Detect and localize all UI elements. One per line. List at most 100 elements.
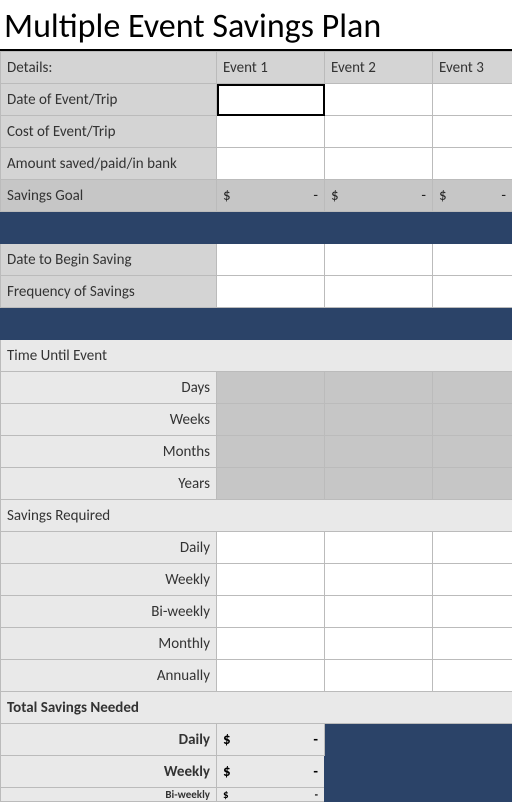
currency-symbol: $ (223, 763, 231, 781)
cell-weeks-e2 (325, 404, 433, 436)
row-amount-saved: Amount saved/paid/in bank (1, 148, 512, 180)
cell-days-e3 (433, 372, 512, 404)
currency-value: - (421, 187, 426, 205)
row-date-begin: Date to Begin Saving (1, 244, 512, 276)
cell-amount-event1[interactable] (217, 148, 325, 180)
label-req-weekly: Weekly (1, 564, 217, 596)
cell-begin-event3[interactable] (433, 244, 512, 276)
label-total-weekly: Weekly (1, 756, 217, 788)
cell-req-biweekly-e3 (433, 596, 512, 628)
cell-goal-event3: $- (433, 180, 512, 212)
section-total-savings: Total Savings Needed (1, 692, 512, 724)
row-req-weekly: Weekly (1, 564, 512, 596)
cell-days-e2 (325, 372, 433, 404)
label-months: Months (1, 436, 217, 468)
label-total-daily: Daily (1, 724, 217, 756)
cell-date-event2[interactable] (325, 84, 433, 116)
label-weeks: Weeks (1, 404, 217, 436)
cell-req-daily-e3 (433, 532, 512, 564)
label-frequency: Frequency of Savings (1, 276, 217, 308)
label-date-begin: Date to Begin Saving (1, 244, 217, 276)
section-savings-required: Savings Required (1, 500, 512, 532)
cell-years-e2 (325, 468, 433, 500)
row-time-years: Years (1, 468, 512, 500)
cell-days-e1 (217, 372, 325, 404)
cell-begin-event2[interactable] (325, 244, 433, 276)
savings-table: Details: Event 1 Event 2 Event 3 Date of… (0, 51, 512, 802)
cell-amount-event3[interactable] (433, 148, 512, 180)
row-req-monthly: Monthly (1, 628, 512, 660)
cell-req-annually-e1 (217, 660, 325, 692)
label-req-biweekly: Bi-weekly (1, 596, 217, 628)
cell-req-monthly-e3 (433, 628, 512, 660)
table-header-row: Details: Event 1 Event 2 Event 3 (1, 52, 512, 84)
cell-req-biweekly-e1 (217, 596, 325, 628)
currency-symbol: $ (331, 187, 339, 205)
label-cost-of-event: Cost of Event/Trip (1, 116, 217, 148)
section-total-label: Total Savings Needed (1, 692, 512, 724)
cell-amount-event2[interactable] (325, 148, 433, 180)
section-time-label: Time Until Event (1, 340, 512, 372)
header-event1: Event 1 (217, 52, 325, 84)
cell-freq-event2[interactable] (325, 276, 433, 308)
cell-req-weekly-e1 (217, 564, 325, 596)
label-date-of-event: Date of Event/Trip (1, 84, 217, 116)
cell-cost-event3[interactable] (433, 116, 512, 148)
cell-freq-event3[interactable] (433, 276, 512, 308)
cell-cost-event1[interactable] (217, 116, 325, 148)
cell-cost-event2[interactable] (325, 116, 433, 148)
cell-req-daily-e2 (325, 532, 433, 564)
divider-row (1, 212, 512, 244)
currency-value: - (313, 187, 318, 205)
section-req-label: Savings Required (1, 500, 512, 532)
cell-date-event3[interactable] (433, 84, 512, 116)
row-time-weeks: Weeks (1, 404, 512, 436)
row-time-days: Days (1, 372, 512, 404)
header-event3: Event 3 (433, 52, 512, 84)
cell-req-annually-e2 (325, 660, 433, 692)
currency-symbol: $ (223, 187, 231, 205)
cell-goal-event1: $- (217, 180, 325, 212)
cell-total-weekly: $- (217, 756, 325, 788)
label-years: Years (1, 468, 217, 500)
cell-req-weekly-e2 (325, 564, 433, 596)
cell-req-monthly-e1 (217, 628, 325, 660)
label-req-annually: Annually (1, 660, 217, 692)
cell-years-e3 (433, 468, 512, 500)
cell-date-event1[interactable] (217, 84, 325, 116)
cell-req-annually-e3 (433, 660, 512, 692)
cell-weeks-e1 (217, 404, 325, 436)
row-req-biweekly: Bi-weekly (1, 596, 512, 628)
label-req-daily: Daily (1, 532, 217, 564)
cell-begin-event1[interactable] (217, 244, 325, 276)
row-cost-of-event: Cost of Event/Trip (1, 116, 512, 148)
currency-value: - (313, 763, 318, 781)
cell-years-e1 (217, 468, 325, 500)
row-frequency: Frequency of Savings (1, 276, 512, 308)
currency-value: - (501, 187, 506, 205)
row-total-daily: Daily $- (1, 724, 512, 756)
divider-row (1, 308, 512, 340)
currency-value: - (313, 731, 318, 749)
cell-weeks-e3 (433, 404, 512, 436)
cell-total-daily: $- (217, 724, 325, 756)
cell-freq-event1[interactable] (217, 276, 325, 308)
cell-req-biweekly-e2 (325, 596, 433, 628)
cell-months-e2 (325, 436, 433, 468)
row-date-of-event: Date of Event/Trip (1, 84, 512, 116)
label-amount-saved: Amount saved/paid/in bank (1, 148, 217, 180)
label-req-monthly: Monthly (1, 628, 217, 660)
total-navy-block (325, 724, 512, 802)
cell-months-e3 (433, 436, 512, 468)
label-days: Days (1, 372, 217, 404)
currency-symbol: $ (439, 187, 447, 205)
page-title: Multiple Event Savings Plan (0, 0, 512, 51)
currency-symbol: $ (223, 731, 231, 749)
row-req-daily: Daily (1, 532, 512, 564)
cell-req-monthly-e2 (325, 628, 433, 660)
row-savings-goal: Savings Goal $- $- $- (1, 180, 512, 212)
header-event2: Event 2 (325, 52, 433, 84)
row-time-months: Months (1, 436, 512, 468)
label-savings-goal: Savings Goal (1, 180, 217, 212)
cell-req-daily-e1 (217, 532, 325, 564)
